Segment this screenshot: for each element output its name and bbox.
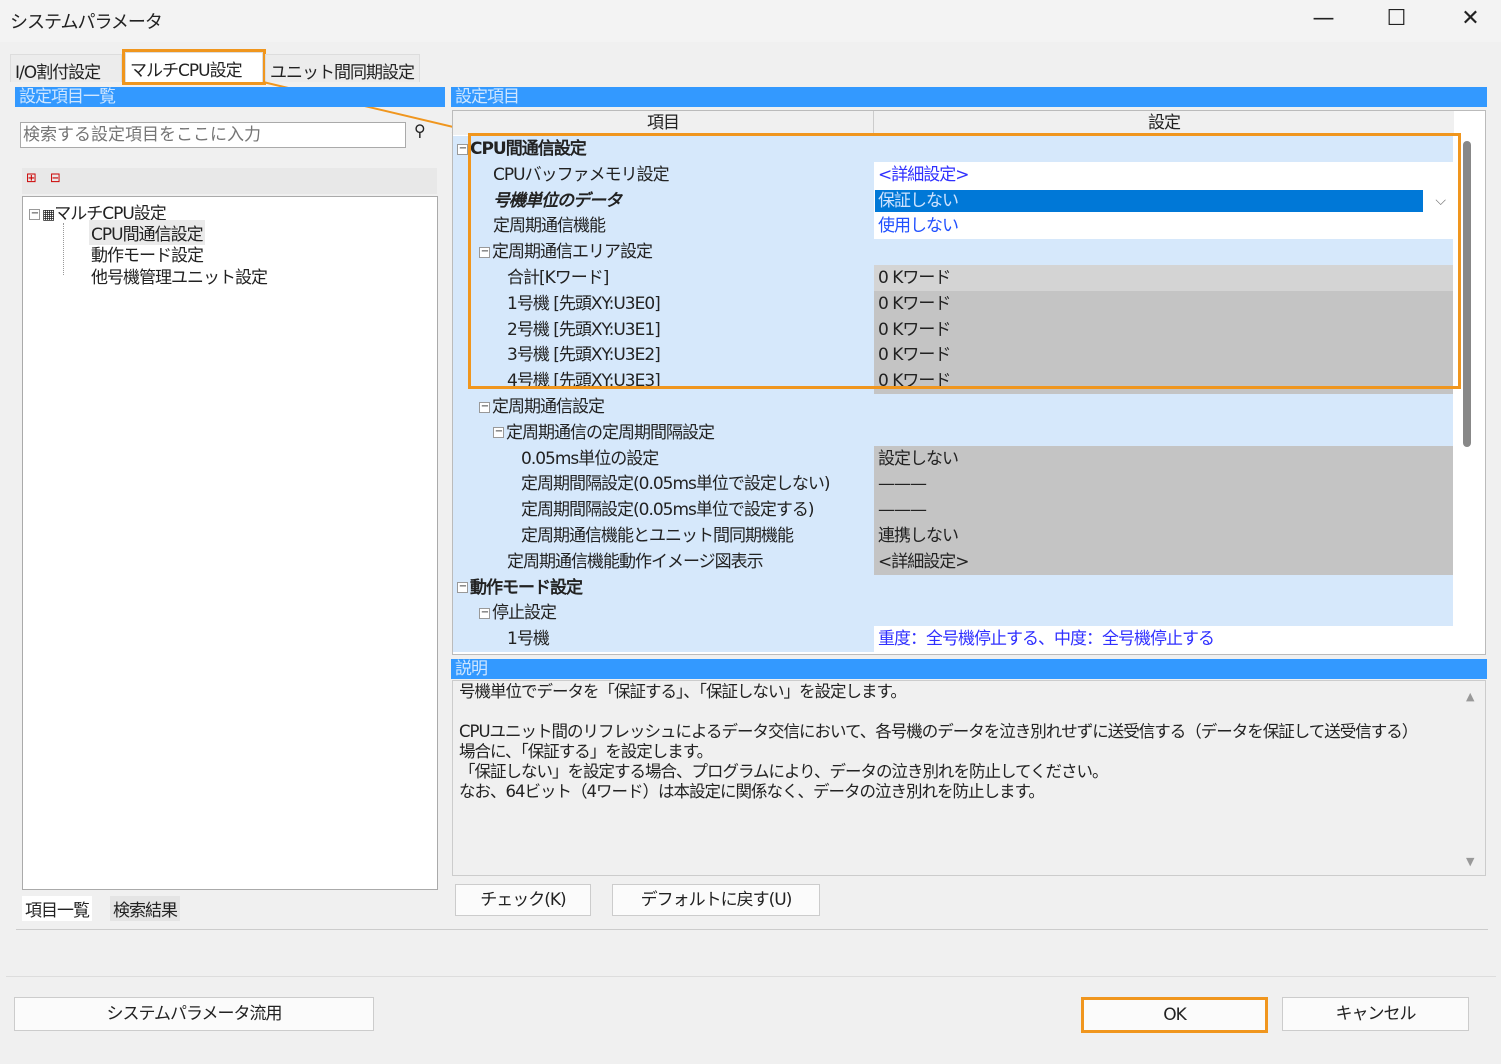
setting-row[interactable]: 定周期通信機能動作イメージ図表示 <詳細設定> (453, 548, 1453, 575)
setting-label: 定周期間隔設定(0.05ms単位で設定する) (521, 500, 815, 521)
setting-row[interactable]: − 動作モード設定 (453, 574, 1453, 601)
setting-row[interactable]: − 停止設定 (453, 600, 1453, 627)
setting-label-cell: 0.05ms単位の設定 (453, 445, 874, 472)
description-line: 場合に、「保証する」を設定します。 (459, 742, 713, 761)
description-header: 説明 (451, 659, 1487, 679)
setting-row[interactable]: 0.05ms単位の設定 設定しない (453, 445, 1453, 472)
setting-label: 1号機 (507, 629, 550, 650)
setting-label: 定周期通信設定 (492, 397, 605, 417)
setting-value-cell (874, 600, 1453, 627)
setting-row[interactable]: 定周期間隔設定(0.05ms単位で設定しない) ——— (453, 471, 1453, 498)
setting-row[interactable]: − 定周期通信の定周期間隔設定 (453, 419, 1453, 446)
check-button[interactable]: チェック(K) (455, 884, 591, 916)
tree-toolbar: ⊞ ⊟ (22, 168, 437, 194)
grid-scrollbar[interactable] (1463, 141, 1471, 447)
setting-label: 定周期通信の定周期間隔設定 (506, 422, 715, 443)
setting-label-cell: − 定周期通信設定 (453, 394, 874, 420)
collapse-icon[interactable]: − (479, 401, 490, 413)
setting-value-cell[interactable]: 重度：全号機停止する、中度：全号機停止する (874, 626, 1453, 653)
setting-label: 動作モード設定 (470, 577, 583, 598)
description-line: 「保証しない」を設定する場合、プログラムにより、データの泣き別れを防止してくださ… (459, 762, 1109, 781)
setting-value-cell (874, 574, 1453, 601)
cancel-button[interactable]: キャンセル (1282, 997, 1469, 1031)
setting-value-cell (874, 394, 1453, 420)
system-param-reuse-button[interactable]: システムパラメータ流用 (14, 997, 374, 1031)
setting-label-cell: 定周期通信機能動作イメージ図表示 (453, 548, 874, 575)
highlight-box (468, 133, 1461, 389)
setting-value-cell[interactable]: <詳細設定> (874, 548, 1453, 575)
column-header-setting: 設定 (874, 111, 1454, 135)
scroll-up-icon[interactable]: ▲ (1466, 690, 1475, 703)
setting-label-cell: − 停止設定 (453, 600, 874, 627)
setting-label: 0.05ms単位の設定 (521, 448, 659, 469)
setting-row[interactable]: 定周期通信機能とユニット間同期機能 連携しない (453, 523, 1453, 549)
setting-label: 定周期間隔設定(0.05ms単位で設定しない) (521, 474, 831, 495)
tree-panel: − ▦マルチCPU設定 CPU間通信設定 動作モード設定 他号機管理ユニット設定 (22, 196, 438, 890)
description-line: 号機単位でデータを「保証する」、「保証しない」を設定します。 (459, 682, 907, 701)
setting-value: ——— (878, 500, 927, 521)
setting-value: 設定しない (878, 448, 959, 469)
setting-label: 定周期通信機能動作イメージ図表示 (507, 551, 764, 572)
divider (6, 976, 1496, 977)
collapse-icon[interactable]: − (29, 208, 40, 220)
setting-label: 停止設定 (492, 603, 557, 624)
settings-header: 設定項目 (451, 87, 1487, 107)
folder-icon: ▦ (42, 207, 55, 223)
setting-value-cell[interactable]: 連携しない (874, 523, 1453, 549)
ok-button[interactable]: OK (1081, 997, 1268, 1033)
setting-label-cell: − 動作モード設定 (453, 574, 874, 601)
setting-label-cell: 定周期間隔設定(0.05ms単位で設定しない) (453, 471, 874, 498)
scroll-down-icon[interactable]: ▼ (1466, 855, 1475, 868)
collapse-icon[interactable]: − (457, 582, 468, 594)
setting-label: 定周期通信機能とユニット間同期機能 (521, 526, 794, 546)
tab-item-list[interactable]: 項目一覧 (22, 896, 92, 921)
setting-label-cell: 1号機 (453, 626, 874, 653)
collapse-icon[interactable]: − (479, 607, 490, 619)
setting-value-cell[interactable]: 設定しない (874, 445, 1453, 472)
description-text: 号機単位でデータを「保証する」、「保証しない」を設定します。 CPUユニット間のリ… (452, 680, 1486, 876)
tree-line (63, 223, 64, 275)
tab-search-results[interactable]: 検索結果 (110, 896, 180, 921)
collapse-icon[interactable]: − (457, 143, 468, 155)
description-line (459, 702, 1479, 722)
description-line: なお、64ビット（4ワード）は本設定に関係なく、データの泣き別れを防止します。 (459, 782, 1045, 801)
setting-row[interactable]: 定周期間隔設定(0.05ms単位で設定する) ——— (453, 497, 1453, 524)
collapse-all-icon[interactable]: ⊟ (50, 171, 61, 186)
binoculars-icon[interactable]: ⚲ (414, 121, 426, 140)
column-header-item: 項目 (453, 111, 874, 135)
setting-value: ——— (878, 474, 927, 495)
setting-row[interactable]: − 定周期通信設定 (453, 394, 1453, 420)
tree-item-other-unit[interactable]: 他号機管理ユニット設定 (91, 263, 268, 288)
collapse-icon[interactable]: − (493, 427, 504, 439)
setting-value-cell (874, 419, 1453, 446)
setting-label-cell: 定周期通信機能とユニット間同期機能 (453, 523, 874, 549)
restore-default-button[interactable]: デフォルトに戻す(U) (612, 884, 820, 916)
setting-label-cell: 定周期間隔設定(0.05ms単位で設定する) (453, 497, 874, 524)
setting-value-cell[interactable]: ——— (874, 471, 1453, 498)
search-input[interactable] (20, 122, 406, 148)
setting-label-cell: − 定周期通信の定周期間隔設定 (453, 419, 874, 446)
setting-value: 重度：全号機停止する、中度：全号機停止する (878, 629, 1215, 650)
item-list-header: 設定項目一覧 (15, 87, 445, 107)
divider (16, 929, 1488, 930)
description-line: CPUユニット間のリフレッシュによるデータ交信において、各号機のデータを泣き別れ… (459, 722, 1418, 741)
setting-row[interactable]: 1号機 重度：全号機停止する、中度：全号機停止する (453, 626, 1453, 653)
setting-value-cell[interactable]: ——— (874, 497, 1453, 524)
setting-value: <詳細設定> (878, 551, 969, 572)
expand-all-icon[interactable]: ⊞ (26, 171, 37, 186)
setting-value: 連携しない (878, 526, 959, 546)
